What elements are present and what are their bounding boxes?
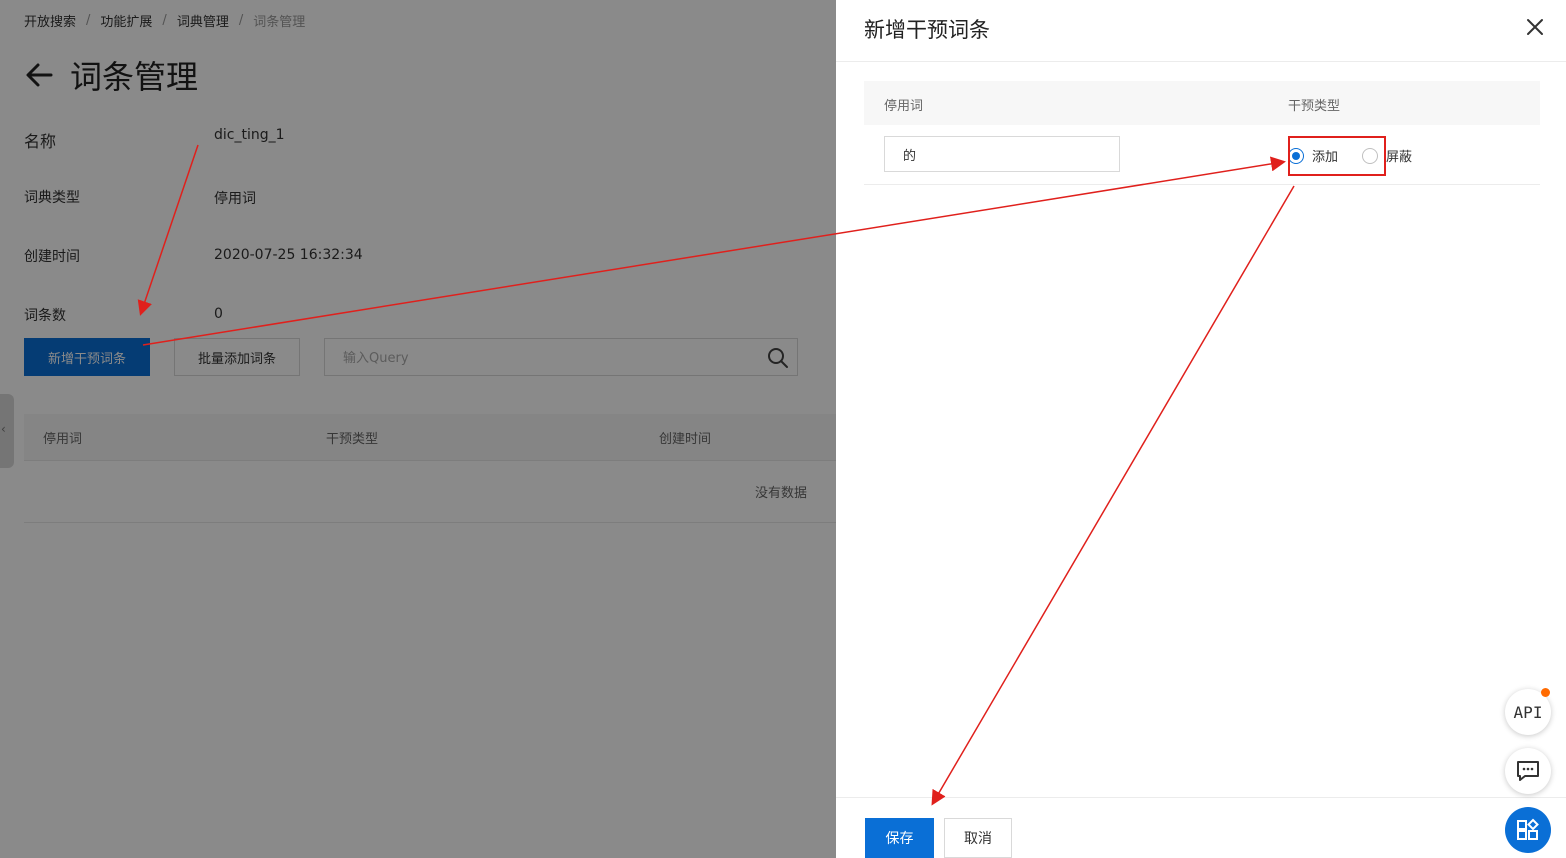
save-button[interactable]: 保存	[865, 818, 934, 858]
cancel-button[interactable]: 取消	[944, 818, 1012, 858]
drawer-divider	[836, 61, 1566, 62]
drawer-column-type: 干预类型	[1288, 99, 1341, 114]
notification-dot-icon	[1541, 688, 1550, 697]
api-float-button[interactable]: API	[1505, 688, 1551, 735]
chat-icon	[1517, 761, 1539, 781]
annotation-highlight-box	[1288, 136, 1386, 176]
chat-float-button[interactable]	[1505, 748, 1551, 794]
modal-overlay[interactable]	[0, 0, 836, 858]
drawer-title: 新增干预词条	[864, 18, 990, 42]
stopword-input[interactable]	[884, 136, 1120, 172]
apps-grid-icon	[1517, 818, 1539, 840]
drawer-column-stopword: 停用词	[884, 99, 924, 114]
close-icon[interactable]	[1526, 18, 1544, 36]
radio-block-label: 屏蔽	[1386, 150, 1413, 165]
drawer-footer-divider	[836, 797, 1566, 798]
apps-float-button[interactable]	[1505, 807, 1551, 853]
drawer-table-row: 添加 屏蔽	[864, 125, 1540, 185]
api-label: API	[1513, 702, 1543, 722]
drawer-table-header: 停用词 干预类型	[864, 81, 1540, 125]
add-entry-drawer: 新增干预词条 停用词 干预类型 添加 屏蔽 保存 取消	[836, 0, 1566, 858]
